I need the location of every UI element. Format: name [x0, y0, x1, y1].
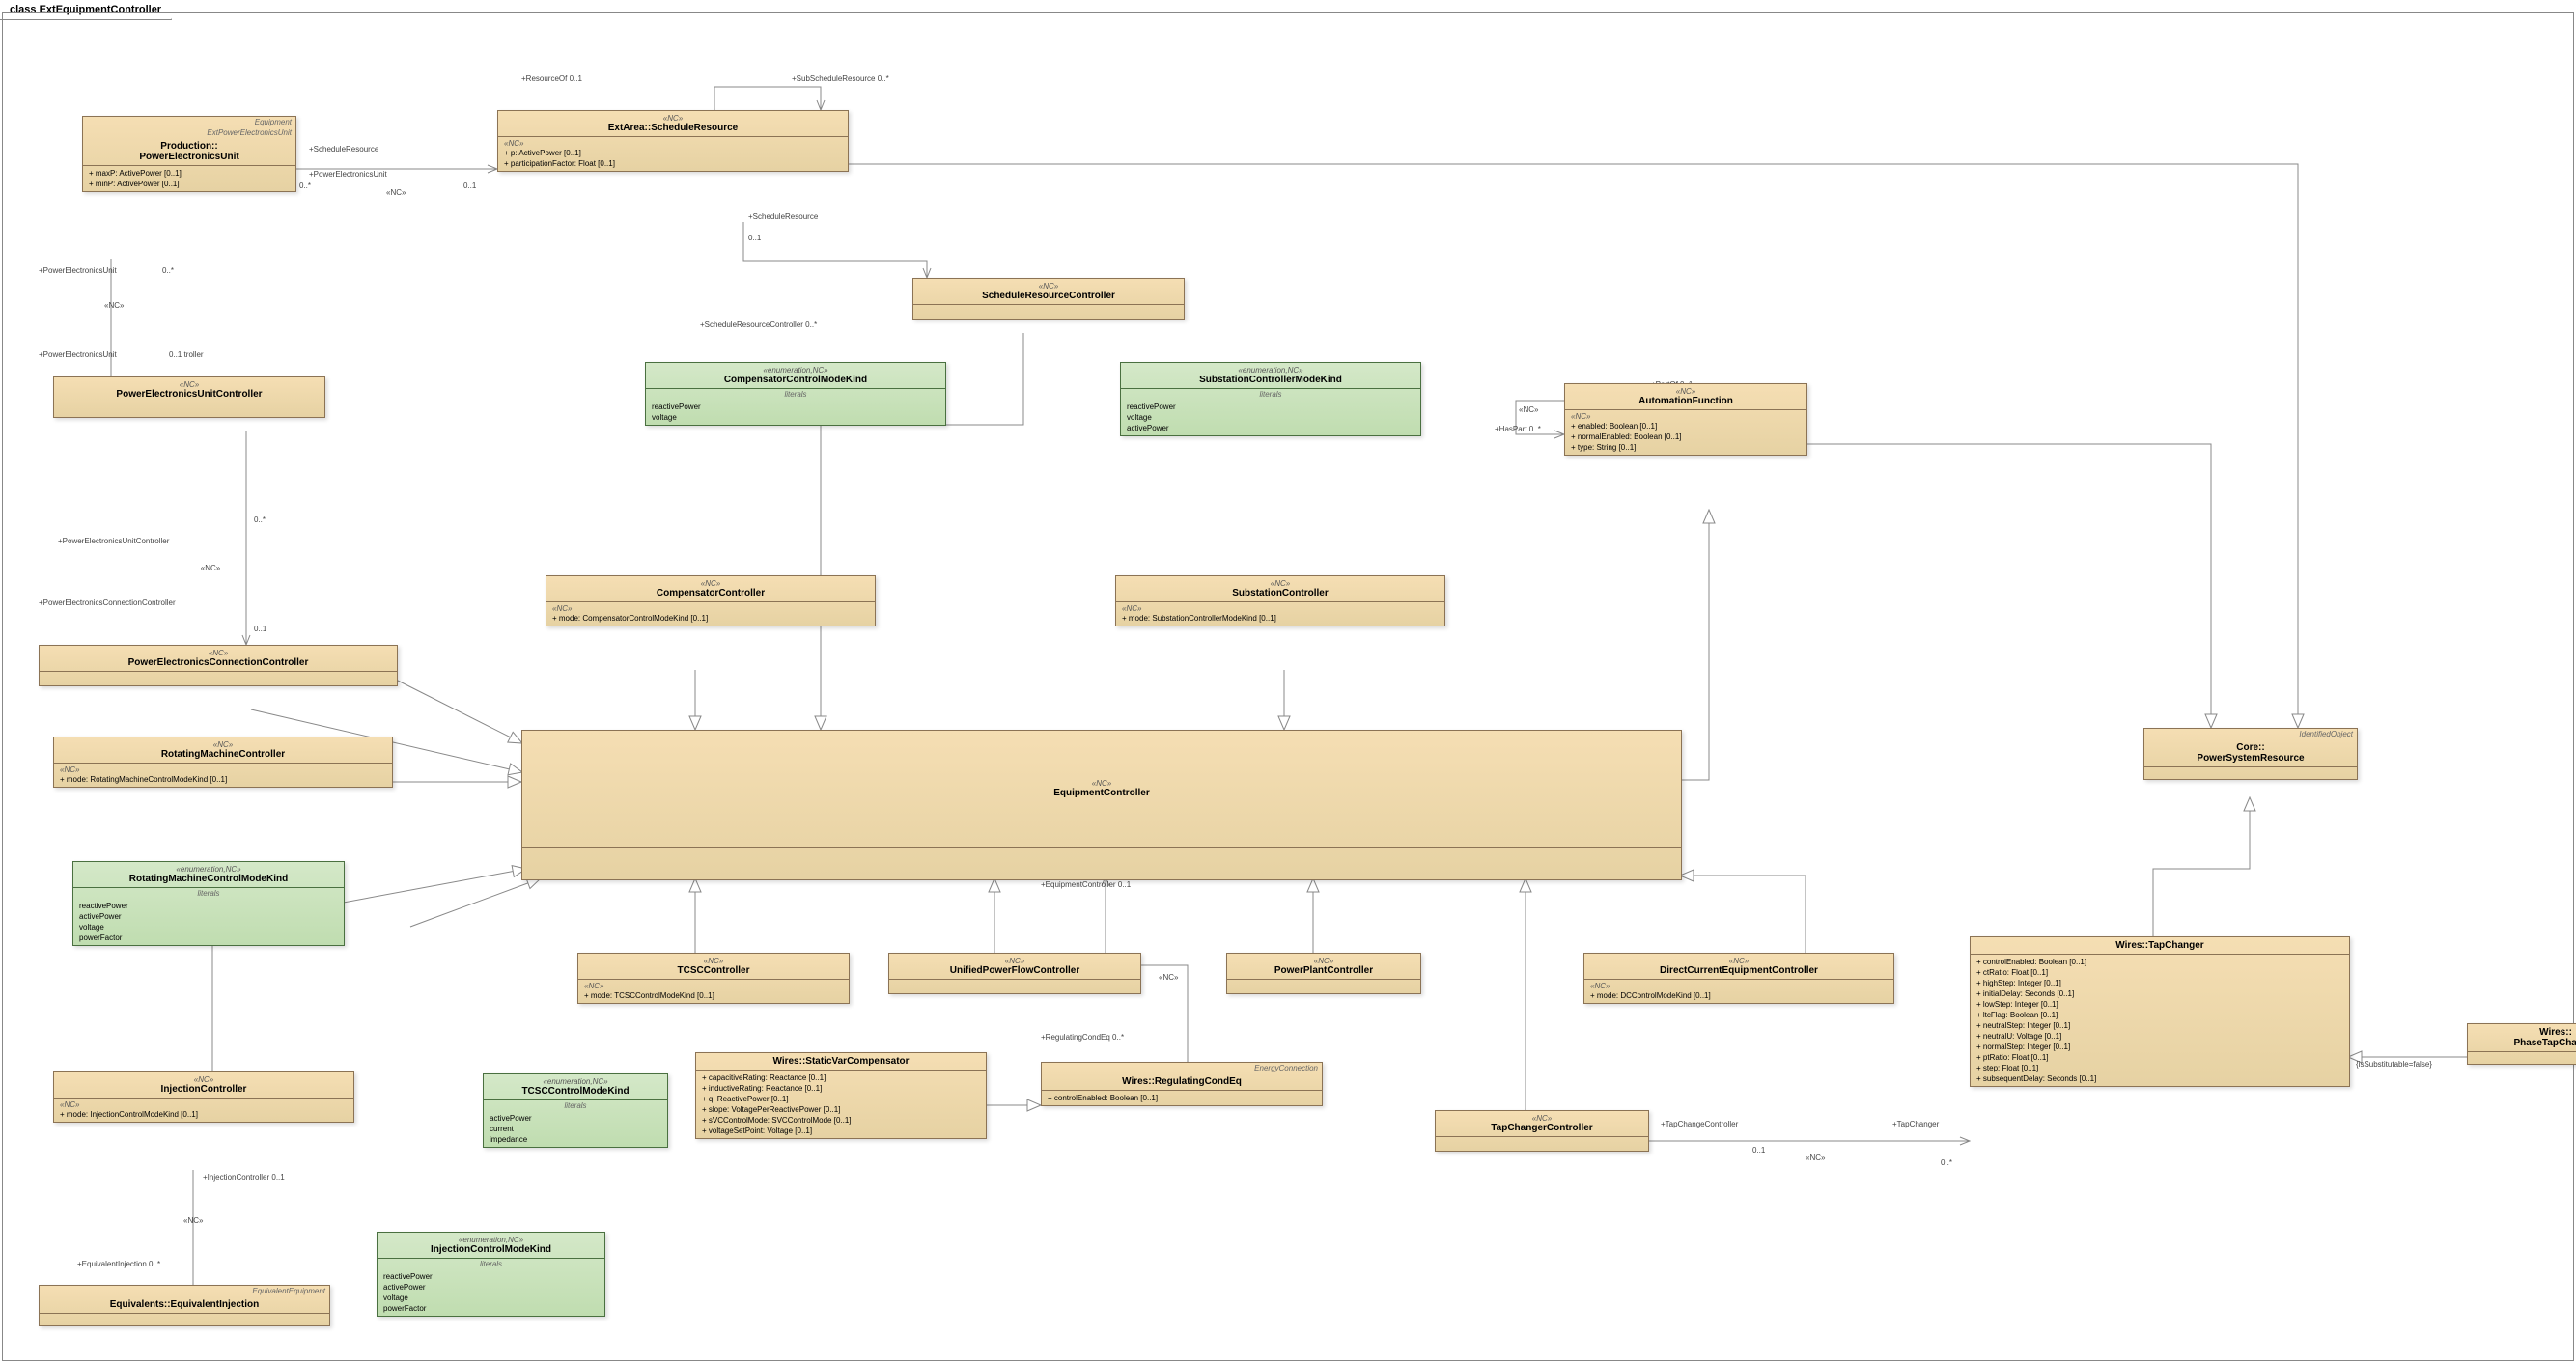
label: +TapChanger — [1892, 1120, 1939, 1128]
class-phase-tap-changer: Wires:: PhaseTapChanger — [2467, 1023, 2576, 1065]
class-rotating-machine-controller: «NC»RotatingMachineController «NC» + mod… — [53, 737, 393, 788]
class-equivalent-injection: EquivalentEquipment Equivalents::Equival… — [39, 1285, 330, 1326]
class-unified-power-flow-controller: «NC»UnifiedPowerFlowController — [888, 953, 1141, 994]
label: +ScheduleResource — [309, 145, 378, 153]
class-schedule-resource-controller: «NC»ScheduleResourceController — [912, 278, 1185, 320]
label: 0..* — [162, 266, 174, 275]
label: 0..1 — [748, 234, 761, 242]
label: 0..1 — [254, 625, 266, 633]
label: +SubScheduleResource 0..* — [792, 74, 889, 83]
label: 0..* — [1941, 1158, 1952, 1167]
label: +HasPart 0..* — [1495, 425, 1541, 433]
label: «NC» — [183, 1216, 203, 1225]
label: «NC» — [386, 188, 406, 197]
class-power-plant-controller: «NC»PowerPlantController — [1226, 953, 1421, 994]
class-schedule-resource: «NC»ExtArea::ScheduleResource «NC» + p: … — [497, 110, 849, 172]
label: 0..1 — [1752, 1146, 1765, 1154]
label: +ScheduleResourceController 0..* — [700, 320, 817, 329]
class-power-system-resource: IdentifiedObject Core:: PowerSystemResou… — [2143, 728, 2358, 780]
enum-rotating-machine-control-mode-kind: «enumeration,NC»RotatingMachineControlMo… — [72, 861, 345, 946]
class-tap-changer-controller: «NC»TapChangerController — [1435, 1110, 1649, 1152]
label: 0..1 — [463, 181, 476, 190]
class-compensator-controller: «NC»CompensatorController «NC» + mode: C… — [546, 575, 876, 626]
class-regulating-cond-eq: EnergyConnection Wires::RegulatingCondEq… — [1041, 1062, 1323, 1106]
class-substation-controller: «NC»SubstationController «NC» + mode: Su… — [1115, 575, 1445, 626]
label: +InjectionController 0..1 — [203, 1173, 285, 1182]
label: +EquivalentInjection 0..* — [77, 1260, 160, 1268]
label: «NC» — [104, 301, 124, 310]
enum-tcsc-control-mode-kind: «enumeration,NC»TCSCControlModeKind lite… — [483, 1073, 668, 1148]
label: «NC» — [1159, 973, 1178, 982]
class-tap-changer: Wires::TapChanger + controlEnabled: Bool… — [1970, 936, 2350, 1087]
class-injection-controller: «NC»InjectionController «NC» + mode: Inj… — [53, 1071, 354, 1123]
class-tcsc-controller: «NC»TCSCController «NC» + mode: TCSCCont… — [577, 953, 850, 1004]
label: 0..1 troller — [169, 350, 204, 359]
label: {isSubstitutable=false} — [2356, 1060, 2432, 1069]
class-static-var-compensator: Wires::StaticVarCompensator + capacitive… — [695, 1052, 987, 1139]
class-power-electronics-unit: Equipment ExtPowerElectronicsUnit Produc… — [82, 116, 296, 192]
label: +PowerElectronicsConnectionController — [39, 598, 176, 607]
class-automation-function: «NC»AutomationFunction «NC» + enabled: B… — [1564, 383, 1807, 456]
enum-compensator-control-mode-kind: «enumeration,NC»CompensatorControlModeKi… — [645, 362, 946, 426]
label: +RegulatingCondEq 0..* — [1041, 1033, 1124, 1042]
label: «NC» — [1519, 405, 1538, 414]
label: «NC» — [201, 564, 220, 572]
label: +ScheduleResource — [748, 212, 818, 221]
diagram-frame — [2, 12, 2574, 1361]
label: +ResourceOf 0..1 — [521, 74, 582, 83]
label: 0..* — [254, 515, 266, 524]
label: +PowerElectronicsUnit — [309, 170, 387, 179]
enum-injection-control-mode-kind: «enumeration,NC»InjectionControlModeKind… — [377, 1232, 605, 1317]
label: +PowerElectronicsUnit — [39, 350, 117, 359]
label: «NC» — [1806, 1154, 1825, 1162]
label: 0..* — [299, 181, 311, 190]
label: +PowerElectronicsUnit — [39, 266, 117, 275]
label: +TapChangeController — [1661, 1120, 1738, 1128]
class-equipment-controller: «NC»EquipmentController — [521, 730, 1682, 880]
class-pe-connection-controller: «NC»PowerElectronicsConnectionController — [39, 645, 398, 686]
label: +EquipmentController 0..1 — [1041, 880, 1131, 889]
label: +PowerElectronicsUnitController — [58, 537, 169, 545]
enum-substation-controller-mode-kind: «enumeration,NC»SubstationControllerMode… — [1120, 362, 1421, 436]
class-peu-controller: «NC»PowerElectronicsUnitController — [53, 376, 325, 418]
class-direct-current-equipment-controller: «NC»DirectCurrentEquipmentController «NC… — [1583, 953, 1894, 1004]
